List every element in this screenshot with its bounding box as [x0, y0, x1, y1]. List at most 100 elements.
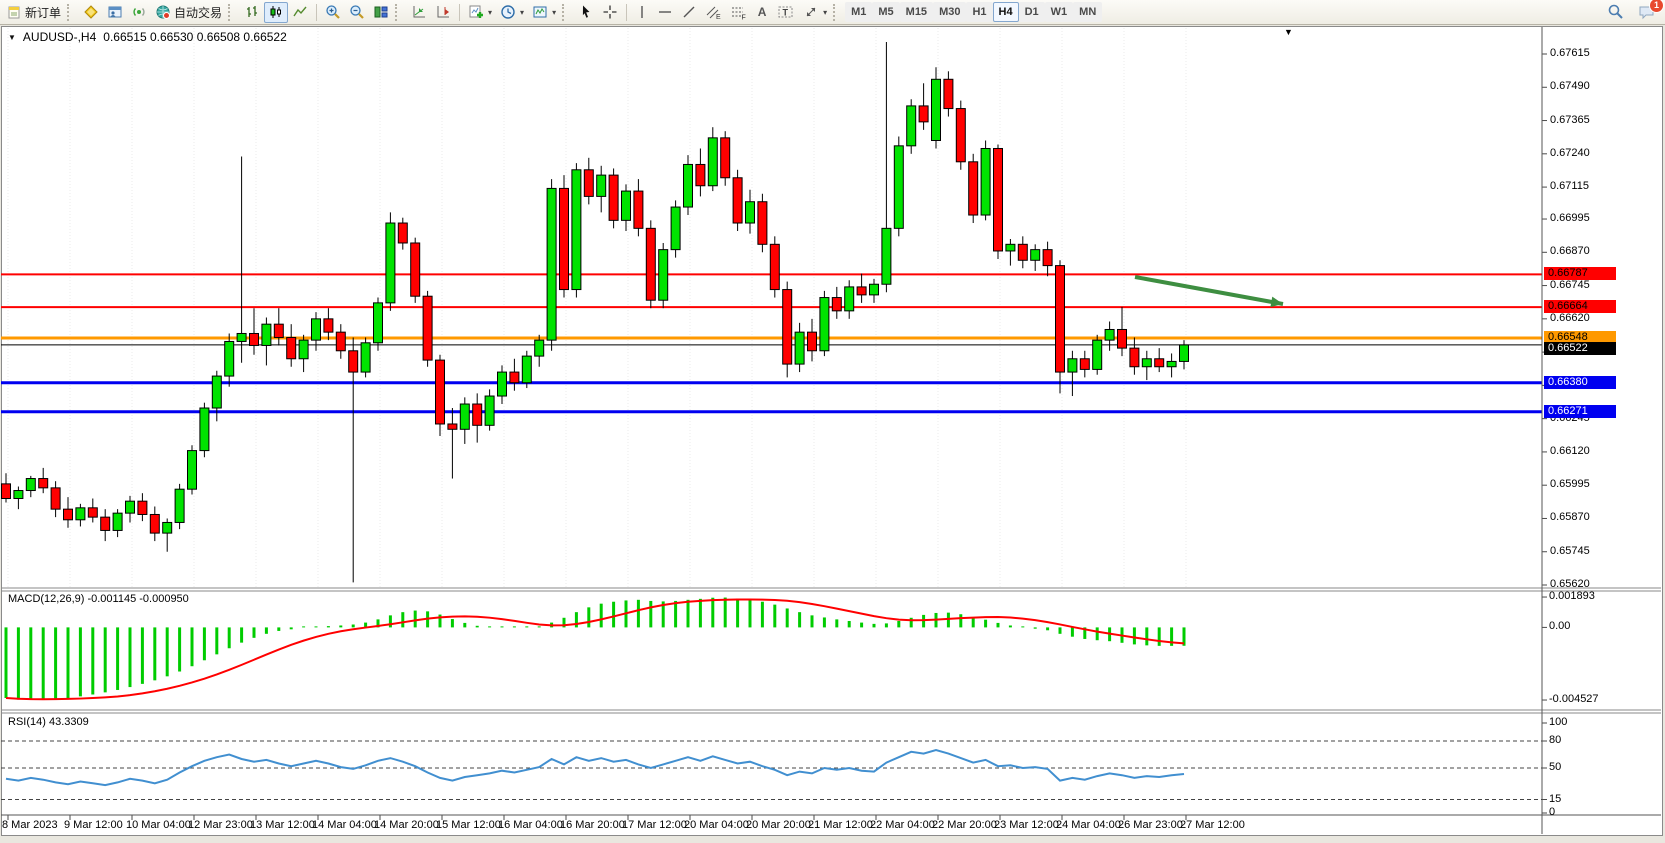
indicators-button[interactable] [407, 2, 431, 23]
new-order-button[interactable]: 新订单 [3, 2, 65, 23]
crosshair-button[interactable] [598, 2, 622, 23]
timeframe-m1-button[interactable]: M1 [845, 2, 872, 22]
candle-bear [770, 244, 779, 289]
text-tool-icon: A [758, 5, 767, 19]
fibonacci-tool-button[interactable]: F [726, 2, 751, 23]
candle-bull [894, 146, 903, 229]
trendline-tool-button[interactable] [677, 2, 701, 23]
candle-bear [1080, 359, 1089, 370]
cursor-button[interactable] [574, 2, 598, 23]
macd-indicator-label: MACD(12,26,9) -0.001145 -0.000950 [8, 593, 189, 605]
zoom-out-icon [349, 4, 365, 20]
timeframe-d1-button[interactable]: D1 [1019, 2, 1045, 22]
toolbar-grip [833, 4, 841, 21]
trendline-icon [681, 4, 697, 20]
candle-bull [1031, 250, 1040, 261]
candle-bull [498, 372, 507, 396]
market-watch-button[interactable] [79, 2, 103, 23]
toolbar-separator [316, 4, 317, 21]
notification-badge: 1 [1649, 0, 1664, 13]
candle-bear [411, 243, 420, 296]
candle-bull [237, 333, 246, 341]
autotrading-button[interactable]: 自动交易 [151, 2, 226, 23]
line-chart-button[interactable] [288, 2, 312, 23]
candle-bear [969, 162, 978, 215]
crosshair-icon [602, 4, 618, 20]
new-chart-button[interactable]: ▾ [464, 2, 496, 23]
candle-bear [324, 319, 333, 332]
tile-windows-button[interactable] [369, 2, 393, 23]
periods-button[interactable]: ▾ [496, 2, 528, 23]
candle-bear [423, 296, 432, 360]
search-button[interactable] [1603, 1, 1628, 22]
chart-title-bar[interactable]: ▼ AUDUSD-,H4 0.66515 0.66530 0.66508 0.6… [8, 30, 287, 44]
timeframe-mn-button[interactable]: MN [1073, 2, 1102, 22]
candle-bull [1142, 359, 1151, 367]
candle-bull [200, 408, 209, 451]
candle-bear [857, 287, 866, 295]
templates-button[interactable]: ▾ [528, 2, 560, 23]
equidistant-channel-icon: E [705, 4, 722, 20]
candle-bull [188, 451, 197, 490]
timeframe-m15-button[interactable]: M15 [900, 2, 933, 22]
data-window-button[interactable] [103, 2, 127, 23]
candle-bear [51, 488, 60, 509]
candle-bear [956, 109, 965, 162]
candle-bull [113, 513, 122, 530]
arrows-icon [803, 4, 819, 20]
zoom-in-button[interactable] [321, 2, 345, 23]
notifications-button[interactable]: 1 [1634, 1, 1659, 22]
collapse-chart-icon[interactable]: ▼ [8, 33, 16, 42]
candle-bull [175, 489, 184, 522]
candle-bear [1018, 244, 1027, 260]
toolbar-grip [67, 4, 75, 21]
candle-bull [684, 164, 693, 207]
tile-windows-icon [373, 4, 389, 20]
candle-bull [386, 223, 395, 303]
zoom-out-button[interactable] [345, 2, 369, 23]
text-tool-button[interactable]: A [751, 2, 773, 23]
candle-bull [671, 207, 680, 250]
candle-bull [870, 284, 879, 295]
chart-canvas[interactable] [0, 0, 1665, 843]
autotrading-icon [155, 4, 171, 20]
candlestick-chart-button[interactable] [264, 2, 288, 23]
bar-chart-icon [244, 4, 260, 20]
clock-icon [500, 4, 516, 20]
text-label-icon: T [777, 4, 795, 20]
candle-bear [783, 290, 792, 365]
navigator-button[interactable] [127, 2, 151, 23]
timeframe-h4-button[interactable]: H4 [993, 2, 1019, 22]
candle-bear [336, 332, 345, 351]
candle-bull [163, 522, 172, 533]
timeframe-h1-button[interactable]: H1 [966, 2, 992, 22]
candle-bull [659, 250, 668, 301]
candle-bull [1167, 361, 1176, 366]
toolbar-separator [459, 4, 460, 21]
arrows-tool-button[interactable]: ▾ [799, 2, 831, 23]
new-chart-icon [468, 4, 484, 20]
candle-bull [312, 319, 321, 340]
candle-bull [126, 501, 135, 513]
candle-bull [622, 191, 631, 220]
scroll-to-end-marker-icon[interactable]: ▼ [1284, 27, 1293, 37]
horizontal-line-tool-button[interactable] [653, 2, 677, 23]
timeframe-m30-button[interactable]: M30 [933, 2, 966, 22]
candle-bull [1093, 340, 1102, 369]
chart-shift-button[interactable] [431, 2, 455, 23]
chart-ohlc-readout: 0.66515 0.66530 0.66508 0.66522 [103, 30, 287, 44]
text-label-tool-button[interactable]: T [773, 2, 799, 23]
chevron-down-icon: ▾ [552, 8, 556, 17]
candle-bull [547, 188, 556, 340]
candle-bear [1130, 348, 1139, 367]
timeframe-m5-button[interactable]: M5 [872, 2, 899, 22]
candle-bear [1043, 250, 1052, 266]
candle-bear [944, 79, 953, 108]
channel-tool-button[interactable]: E [701, 2, 726, 23]
candle-bull [1068, 359, 1077, 372]
trend-arrow[interactable] [1135, 277, 1283, 304]
bar-chart-button[interactable] [240, 2, 264, 23]
chart-symbol-period: AUDUSD-,H4 [23, 30, 96, 44]
vertical-line-tool-button[interactable] [631, 2, 653, 23]
timeframe-w1-button[interactable]: W1 [1045, 2, 1074, 22]
